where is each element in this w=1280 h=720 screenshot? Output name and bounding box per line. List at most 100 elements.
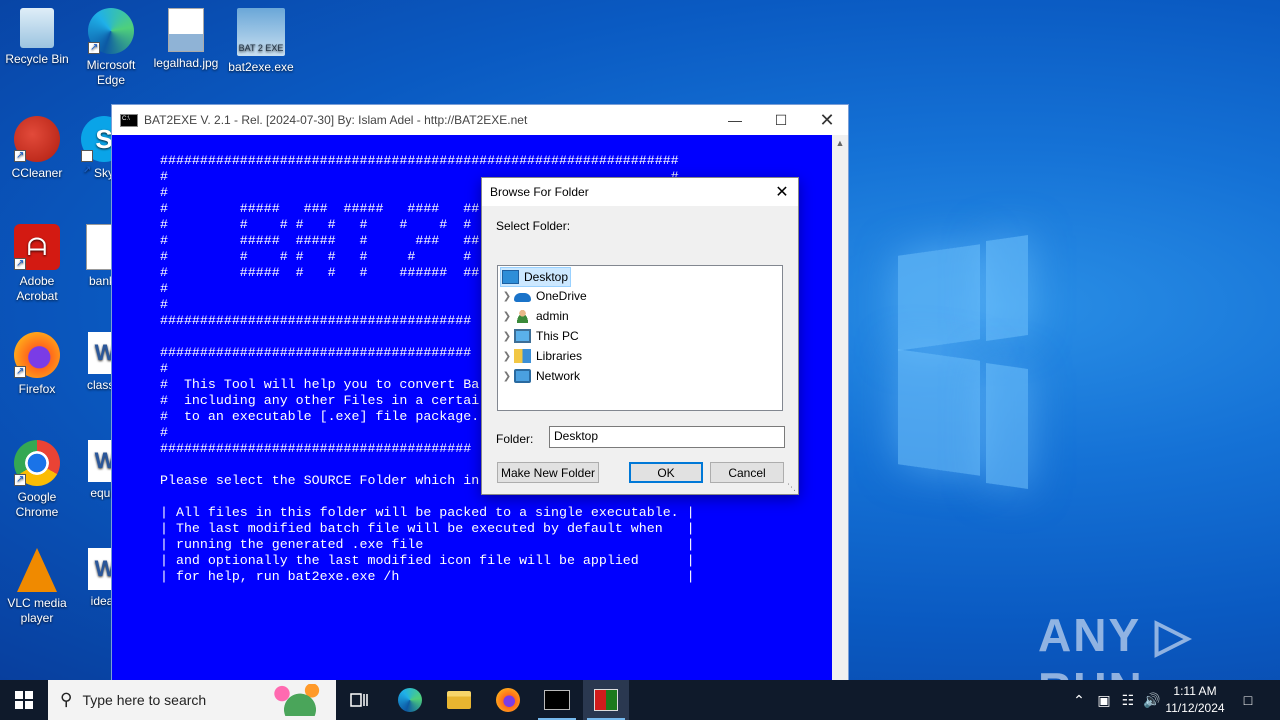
bat2exe-taskbar-icon (594, 689, 618, 711)
speaker-icon: 🔊 (1143, 691, 1161, 708)
desktop-icon-ccleaner[interactable]: CCleaner (0, 116, 74, 181)
desktop-icon-label: Adobe Acrobat (16, 274, 58, 303)
edge-icon (398, 688, 422, 712)
desktop-icon-label: bat2exe.exe (228, 60, 294, 74)
tree-node-label: Network (536, 369, 581, 383)
anyrun-watermark: ANY ▷ RUN (1038, 609, 1193, 680)
tree-node-label: Libraries (536, 349, 583, 363)
user-icon (514, 309, 531, 323)
task-view-button[interactable] (337, 680, 383, 720)
search-highlight-icon (270, 684, 330, 716)
windows-logo-wallpaper (840, 190, 1040, 500)
console-app-icon (120, 113, 138, 127)
tree-node-label: admin (536, 309, 569, 323)
desktop-icon-microsoft-edge[interactable]: Microsoft Edge (74, 8, 148, 88)
console-title: BAT2EXE V. 2.1 - Rel. [2024-07-30] By: I… (144, 113, 528, 127)
firefox-icon (14, 332, 60, 379)
desktop-icon-firefox[interactable]: Firefox (0, 332, 74, 397)
taskbar-firefox[interactable] (485, 680, 531, 720)
taskbar-search-box[interactable]: ⚲ Type here to search (48, 680, 336, 720)
chevron-right-icon[interactable]: ❯ (500, 291, 514, 302)
close-button[interactable]: ✕ (804, 105, 850, 135)
dialog-title: Browse For Folder (482, 178, 798, 206)
search-icon: ⚲ (60, 690, 73, 709)
vlc-icon (17, 548, 57, 592)
network-icon (514, 369, 531, 383)
make-new-folder-button[interactable]: Make New Folder (497, 462, 599, 483)
tray-network[interactable]: ☷ (1117, 680, 1139, 720)
desktop-folder-icon (502, 270, 519, 284)
chevron-right-icon[interactable]: ❯ (500, 371, 514, 382)
tree-node-label: This PC (536, 329, 579, 343)
desktop-icon-label: Google Chrome (15, 490, 59, 519)
clock-date: 11/12/2024 (1165, 701, 1225, 715)
ccleaner-icon (14, 116, 60, 163)
desktop-icon-label: CCleaner (11, 166, 63, 180)
folder-tree[interactable]: Desktop ❯ OneDrive ❯ admin ❯ This PC ❯ L… (497, 265, 783, 411)
desktop-icon-label: VLC media player (7, 596, 67, 625)
resize-grip-icon[interactable]: ⋱ (787, 482, 796, 493)
recycle-bin-icon (20, 8, 54, 48)
desktop-icon-adobe-acrobat[interactable]: ᗩ Adobe Acrobat (0, 224, 74, 304)
browse-for-folder-dialog[interactable]: Browse For Folder ✕ Select Folder: Deskt… (481, 177, 799, 495)
folder-name-field[interactable]: Desktop (549, 426, 785, 448)
taskbar: ⚲ Type here to search ⌃ ▣ ☷ 🔊 1:11 AM 11… (0, 680, 1280, 720)
desktop-icon-google-chrome[interactable]: Google Chrome (0, 440, 74, 520)
desktop: Recycle Bin CCleaner ᗩ Adobe Acrobat Fir… (0, 0, 1280, 680)
ok-button[interactable]: OK (629, 462, 703, 483)
tree-node-network[interactable]: ❯ Network (500, 367, 580, 385)
network-icon: ☷ (1121, 691, 1135, 708)
task-view-icon (350, 693, 368, 707)
desktop-icon-label: Recycle Bin (5, 52, 69, 66)
desktop-icon-legalhad[interactable]: legalhad.jpg (149, 8, 223, 71)
acrobat-icon: ᗩ (14, 224, 60, 271)
desktop-icon-vlc[interactable]: VLC media player (0, 548, 74, 626)
bat2exe-icon: BAT 2 EXE (237, 8, 285, 56)
libraries-folder-icon (514, 349, 531, 363)
clock-time: 1:11 AM (1173, 684, 1217, 698)
desktop-icon-recycle-bin[interactable]: Recycle Bin (0, 8, 74, 67)
taskbar-edge[interactable] (387, 680, 433, 720)
taskbar-file-explorer[interactable] (436, 680, 482, 720)
tree-node-desktop[interactable]: Desktop (500, 267, 572, 287)
chevron-up-icon: ⌃ (1073, 691, 1085, 708)
minimize-button[interactable]: — (712, 105, 758, 135)
notification-icon: □ (1243, 692, 1253, 708)
show-hidden-icons-button[interactable]: ⌃ (1068, 680, 1090, 720)
tree-node-label: Desktop (524, 270, 569, 284)
start-button[interactable] (0, 680, 48, 720)
tree-node-this-pc[interactable]: ❯ This PC (500, 327, 579, 345)
maximize-button[interactable]: ☐ (758, 105, 804, 135)
console-scrollbar[interactable]: ▲ (832, 135, 848, 680)
taskbar-bat2exe[interactable] (583, 680, 629, 720)
tree-node-label: OneDrive (536, 289, 587, 303)
image-file-icon (168, 8, 204, 52)
scroll-up-arrow-icon[interactable]: ▲ (832, 138, 848, 148)
tree-node-admin[interactable]: ❯ admin (500, 307, 569, 325)
select-folder-prompt: Select Folder: (496, 219, 571, 233)
windows-start-icon (15, 691, 33, 709)
chevron-right-icon[interactable]: ❯ (500, 311, 514, 322)
tray-network-activity[interactable]: ▣ (1093, 680, 1115, 720)
cmd-icon (544, 690, 570, 710)
tree-node-onedrive[interactable]: ❯ OneDrive (500, 287, 587, 305)
desktop-icon-bat2exe[interactable]: BAT 2 EXE bat2exe.exe (224, 8, 298, 75)
chevron-right-icon[interactable]: ❯ (500, 351, 514, 362)
search-placeholder: Type here to search (82, 692, 207, 708)
chrome-icon (14, 440, 60, 487)
taskbar-clock[interactable]: 1:11 AM 11/12/2024 (1160, 683, 1230, 717)
desktop-icon-label: Microsoft Edge (86, 58, 136, 87)
folder-icon (447, 691, 471, 709)
cancel-button[interactable]: Cancel (710, 462, 784, 483)
onedrive-cloud-icon (514, 293, 531, 302)
taskbar-console[interactable] (534, 680, 580, 720)
firefox-icon (496, 688, 520, 712)
meet-now-icon: ▣ (1097, 691, 1111, 708)
tree-node-libraries[interactable]: ❯ Libraries (500, 347, 582, 365)
dialog-close-button[interactable]: ✕ (766, 178, 798, 206)
chevron-right-icon[interactable]: ❯ (500, 331, 514, 342)
action-center-button[interactable]: □ (1234, 680, 1262, 720)
desktop-icon-label: legalhad.jpg (153, 56, 219, 70)
computer-icon (514, 329, 531, 343)
desktop-icon-label: Firefox (18, 382, 56, 396)
